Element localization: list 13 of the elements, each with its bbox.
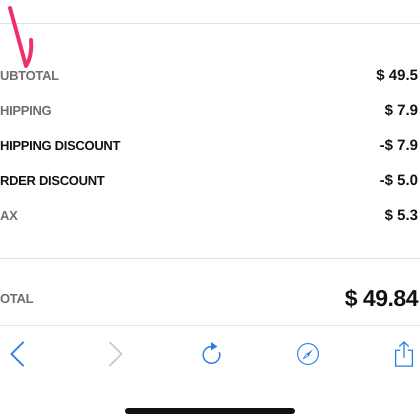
summary-amount: $ 5.3 xyxy=(384,206,418,224)
summary-amount: -$ 7.9 xyxy=(380,136,418,154)
share-icon[interactable] xyxy=(392,340,416,368)
summary-label: RDER DISCOUNT xyxy=(0,172,104,188)
summary-label: UBTOTAL xyxy=(0,68,59,82)
total-amount: $ 49.84 xyxy=(344,284,418,312)
summary-amount: -$ 5.0 xyxy=(380,172,418,188)
summary-label: HIPPING xyxy=(0,102,52,118)
summary-label: HIPPING DISCOUNT xyxy=(0,138,120,152)
summary-amount: $ 7.9 xyxy=(384,102,418,118)
total-label: OTAL xyxy=(0,290,34,306)
summary-label: AX xyxy=(0,208,18,222)
summary-amount: $ 49.5 xyxy=(376,66,418,84)
